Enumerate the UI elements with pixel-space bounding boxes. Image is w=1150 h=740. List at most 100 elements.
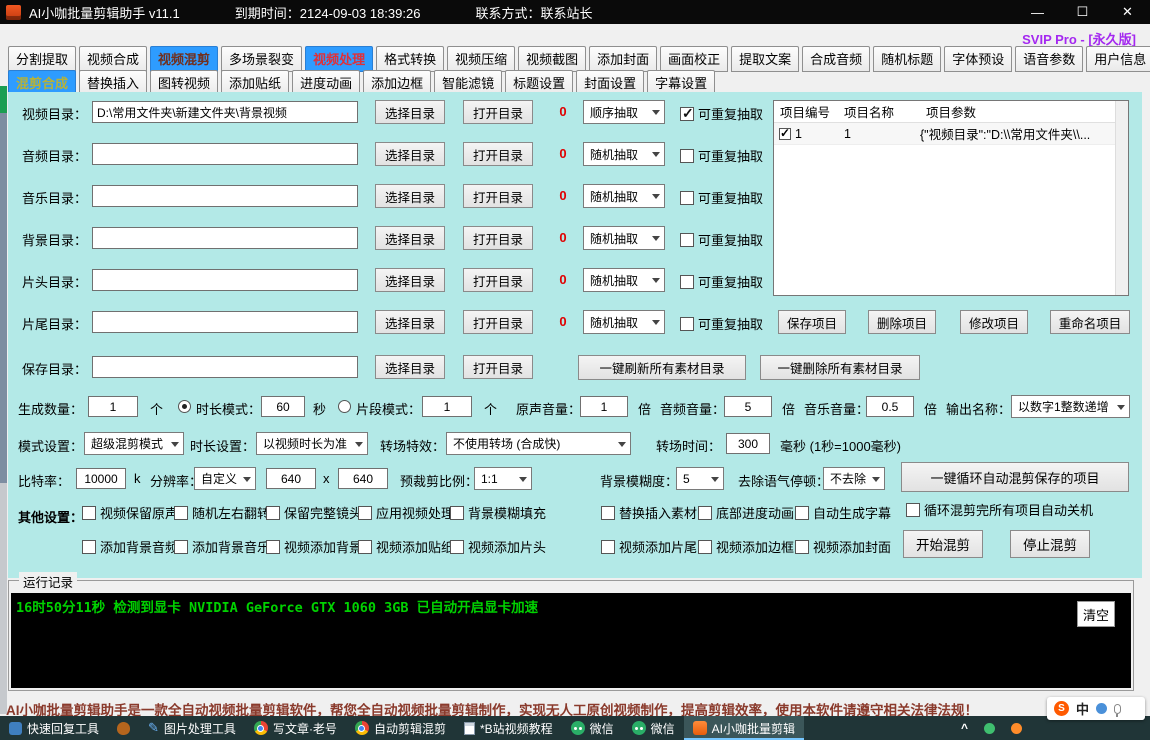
music-directory-input[interactable]: [92, 185, 358, 207]
add-bg-music-checkbox[interactable]: 添加背景音乐: [174, 537, 270, 556]
project-table-row[interactable]: 1 1 {"视频目录":"D:\\常用文件夹\\...: [774, 123, 1128, 145]
tray-orange-icon[interactable]: [1011, 723, 1022, 734]
tab-format-convert[interactable]: 格式转换: [376, 46, 444, 72]
video-add-border-checkbox[interactable]: 视频添加边框: [698, 537, 794, 556]
ime-mode-indicator[interactable]: 中: [1076, 699, 1089, 718]
tab-extract-text[interactable]: 提取文案: [731, 46, 799, 72]
video-add-intro-checkbox[interactable]: 视频添加片头: [450, 537, 546, 556]
output-name-dropdown[interactable]: 以数字1整数递增: [1011, 395, 1130, 418]
maximize-button[interactable]: ☐: [1060, 0, 1105, 24]
taskbar-item-paw-app[interactable]: [108, 716, 139, 740]
tray-green-icon[interactable]: [984, 723, 995, 734]
repeat-extract-checkbox[interactable]: 可重复抽取: [680, 104, 763, 123]
duration-mode-radio[interactable]: [178, 400, 191, 413]
repeat-extract-checkbox[interactable]: 可重复抽取: [680, 272, 763, 291]
background-directory-input[interactable]: [92, 227, 358, 249]
tab-font-preset[interactable]: 字体预设: [944, 46, 1012, 72]
transition-dropdown[interactable]: 不使用转场 (合成快): [446, 432, 631, 455]
bottom-progress-anim-checkbox[interactable]: 底部进度动画: [698, 503, 794, 522]
tab-video-screenshot[interactable]: 视频截图: [518, 46, 586, 72]
tab-add-cover[interactable]: 添加封面: [589, 46, 657, 72]
gen-count-input[interactable]: [88, 396, 138, 417]
open-directory-button[interactable]: 打开目录: [463, 100, 533, 124]
taskbar-item-bilibili-tutorial[interactable]: *B站视频教程: [455, 716, 562, 740]
extract-mode-dropdown[interactable]: 随机抽取: [583, 310, 665, 334]
bitrate-input[interactable]: [76, 468, 126, 489]
video-add-background-checkbox[interactable]: 视频添加背景: [266, 537, 362, 556]
audio-directory-input[interactable]: [92, 143, 358, 165]
modify-project-button[interactable]: 修改项目: [960, 310, 1028, 334]
music-volume-input[interactable]: [866, 396, 914, 417]
duration-seconds-input[interactable]: [261, 396, 305, 417]
segment-mode-radio[interactable]: [338, 400, 351, 413]
tab-voice-params[interactable]: 语音参数: [1015, 46, 1083, 72]
open-directory-button[interactable]: 打开目录: [463, 310, 533, 334]
select-directory-button[interactable]: 选择目录: [375, 226, 445, 250]
duration-setting-dropdown[interactable]: 以视频时长为准: [256, 432, 368, 455]
open-directory-button[interactable]: 打开目录: [463, 355, 533, 379]
intro-directory-input[interactable]: [92, 269, 358, 291]
extract-mode-dropdown[interactable]: 随机抽取: [583, 268, 665, 292]
start-mix-button[interactable]: 开始混剪: [903, 530, 983, 558]
extract-mode-dropdown[interactable]: 随机抽取: [583, 142, 665, 166]
keep-full-shot-checkbox[interactable]: 保留完整镜头: [266, 503, 362, 522]
delete-all-directories-button[interactable]: 一键删除所有素材目录: [760, 355, 920, 380]
save-directory-input[interactable]: [92, 356, 358, 378]
resolution-height-input[interactable]: [338, 468, 388, 489]
random-flip-checkbox[interactable]: 随机左右翻转: [174, 503, 270, 522]
tab-split-extract[interactable]: 分割提取: [8, 46, 76, 72]
select-directory-button[interactable]: 选择目录: [375, 184, 445, 208]
ime-shape-icon[interactable]: [1096, 703, 1107, 714]
close-button[interactable]: ✕: [1105, 0, 1150, 24]
remove-pause-dropdown[interactable]: 不去除: [823, 467, 885, 490]
video-add-sticker-checkbox[interactable]: 视频添加贴纸: [358, 537, 454, 556]
mode-dropdown[interactable]: 超级混剪模式: [84, 432, 184, 455]
rename-project-button[interactable]: 重命名项目: [1050, 310, 1130, 334]
taskbar-item-write-article[interactable]: 写文章·老号: [245, 716, 346, 740]
clear-log-button[interactable]: 清空: [1077, 601, 1115, 627]
video-add-outro-checkbox[interactable]: 视频添加片尾: [601, 537, 697, 556]
sogou-icon[interactable]: S: [1054, 701, 1069, 716]
bg-blur-dropdown[interactable]: 5: [676, 467, 724, 490]
select-directory-button[interactable]: 选择目录: [375, 310, 445, 334]
resolution-dropdown[interactable]: 自定义: [194, 467, 256, 490]
segment-count-input[interactable]: [422, 396, 472, 417]
video-directory-input[interactable]: [92, 101, 358, 123]
refresh-all-directories-button[interactable]: 一键刷新所有素材目录: [578, 355, 746, 380]
tab-user-info[interactable]: 用户信息: [1086, 46, 1150, 72]
stop-mix-button[interactable]: 停止混剪: [1010, 530, 1090, 558]
tab-video-mix[interactable]: 视频混剪: [150, 46, 218, 72]
extract-mode-dropdown[interactable]: 顺序抽取: [583, 100, 665, 124]
precrop-dropdown[interactable]: 1:1: [474, 467, 532, 490]
add-bg-audio-checkbox[interactable]: 添加背景音频: [82, 537, 178, 556]
minimize-button[interactable]: —: [1015, 0, 1060, 24]
tray-expand-icon[interactable]: ^: [961, 721, 968, 735]
taskbar-item-quick-reply[interactable]: 快速回复工具: [0, 716, 108, 740]
save-project-button[interactable]: 保存项目: [778, 310, 846, 334]
loop-auto-mix-button[interactable]: 一键循环自动混剪保存的项目: [901, 462, 1129, 492]
extract-mode-dropdown[interactable]: 随机抽取: [583, 226, 665, 250]
select-directory-button[interactable]: 选择目录: [375, 100, 445, 124]
select-directory-button[interactable]: 选择目录: [375, 142, 445, 166]
repeat-extract-checkbox[interactable]: 可重复抽取: [680, 314, 763, 333]
video-add-cover-checkbox[interactable]: 视频添加封面: [795, 537, 891, 556]
tab-multi-scene[interactable]: 多场景裂变: [221, 46, 302, 72]
repeat-extract-checkbox[interactable]: 可重复抽取: [680, 146, 763, 165]
extract-mode-dropdown[interactable]: 随机抽取: [583, 184, 665, 208]
audio-volume-input[interactable]: [724, 396, 772, 417]
repeat-extract-checkbox[interactable]: 可重复抽取: [680, 230, 763, 249]
tab-video-compress[interactable]: 视频压缩: [447, 46, 515, 72]
auto-subtitle-checkbox[interactable]: 自动生成字幕: [795, 503, 891, 522]
bg-blur-fill-checkbox[interactable]: 背景模糊填充: [450, 503, 546, 522]
apply-video-process-checkbox[interactable]: 应用视频处理: [358, 503, 454, 522]
taskbar-item-image-tool[interactable]: ✎ 图片处理工具: [139, 716, 245, 740]
open-directory-button[interactable]: 打开目录: [463, 184, 533, 208]
taskbar-item-ai-xiaoka[interactable]: AI小咖批量剪辑: [684, 716, 804, 740]
tab-video-compose[interactable]: 视频合成: [79, 46, 147, 72]
taskbar-item-wechat-1[interactable]: 微信: [562, 716, 623, 740]
transition-time-input[interactable]: [726, 433, 770, 454]
outro-directory-input[interactable]: [92, 311, 358, 333]
auto-shutdown-checkbox[interactable]: 循环混剪完所有项目自动关机: [906, 500, 1093, 519]
tab-compose-audio[interactable]: 合成音频: [802, 46, 870, 72]
resolution-width-input[interactable]: [266, 468, 316, 489]
